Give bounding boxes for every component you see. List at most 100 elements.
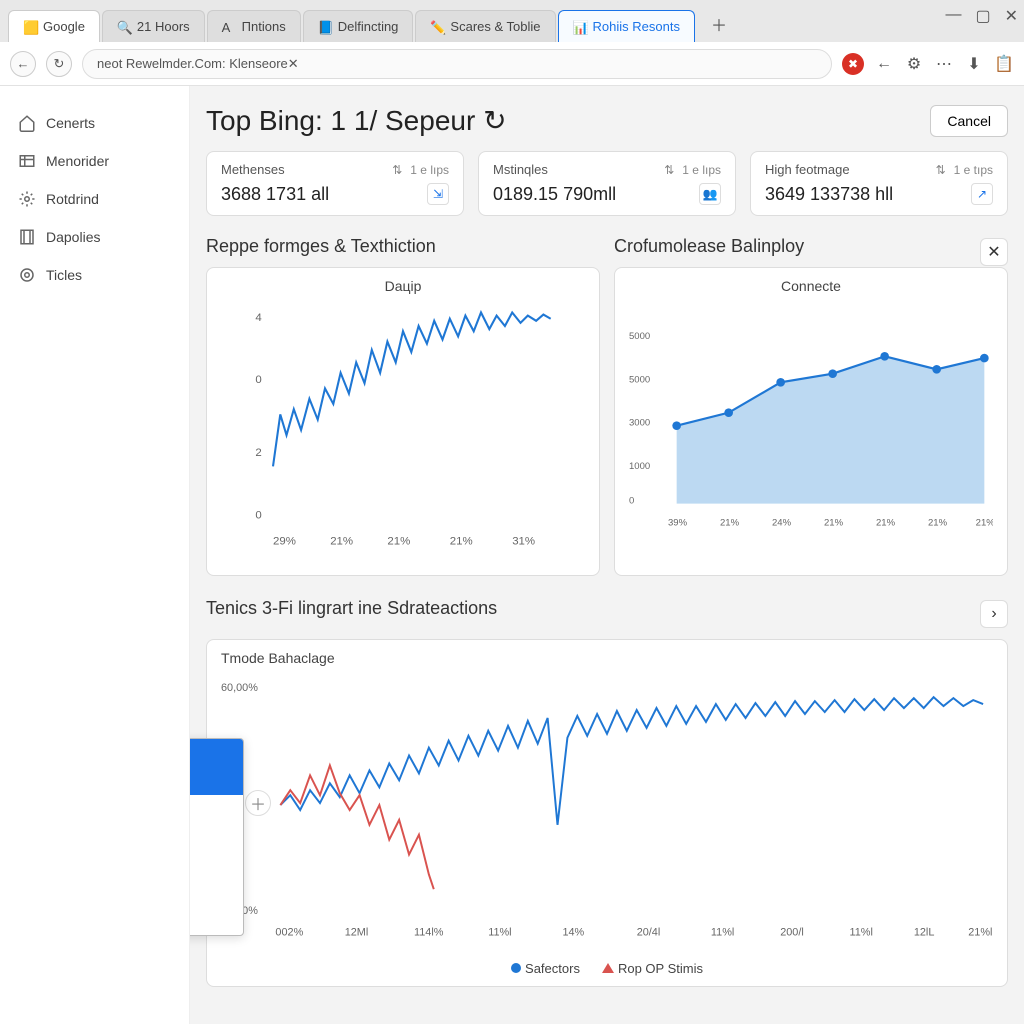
tab-label: Rohiis Resonts	[593, 19, 680, 34]
back-nav-icon[interactable]: ←	[874, 54, 894, 74]
tab-ntions[interactable]: AПntions	[207, 10, 301, 42]
kpi-methenses: Methenses⇅1 e lıps 3688 1731 all⇲	[206, 151, 464, 216]
panel-title-left: Reppe formges & Texthiction	[206, 236, 600, 257]
maximize-icon[interactable]: ▢	[975, 6, 990, 26]
sidebar-item-ticles[interactable]: Ticles	[12, 256, 177, 294]
menu-item[interactable]: ▢Conapeir Inlite	[190, 795, 243, 823]
cancel-button[interactable]: Cancel	[930, 105, 1008, 137]
pencil-icon: ✏️	[430, 20, 444, 34]
tab-delfincting[interactable]: 📘 Delfincting	[303, 10, 414, 42]
menu-item[interactable]: ▢Conventitue	[190, 879, 243, 907]
sidebar-item-label: Ticles	[46, 267, 82, 283]
sidebar: Cenerts Menorider Rotdrind Dapolies Ticl…	[0, 86, 190, 1024]
sidebar-item-dapolies[interactable]: Dapolies	[12, 218, 177, 256]
tab-label: Delfincting	[338, 19, 399, 34]
svg-text:29%: 29%	[273, 535, 296, 547]
chart-legend: Safectors Rop OP Stimis	[221, 961, 993, 976]
legend-item-stimis: Rop OP Stimis	[602, 961, 703, 976]
menu-item[interactable]: ▢Pherroge	[190, 851, 243, 879]
chevron-updown-icon[interactable]: ⇅	[936, 163, 946, 177]
kpi-high-feotmage: High feotmage ⇅ 1 e tıps 3649 133738 hll ↗	[750, 151, 1008, 216]
gear-dot-icon	[18, 190, 36, 208]
tab-scares[interactable]: ✏️Scares & Toblie	[415, 10, 555, 42]
chart-card-connecte: Connecte 50005000300010000 39%21%24%21%2…	[614, 267, 1008, 576]
svg-text:21%: 21%	[876, 517, 896, 528]
chart-card-tenics: Tmode Bahaclage ＋ 60,00%80%60%01.00% 002…	[206, 639, 1008, 987]
kpi-meta: 1 e tıps	[954, 163, 993, 177]
next-button[interactable]: ›	[980, 600, 1008, 628]
search-icon: 🔍	[117, 20, 131, 34]
sidebar-item-rotdrind[interactable]: Rotdrind	[12, 180, 177, 218]
chevron-updown-icon[interactable]: ⇅	[664, 163, 674, 177]
svg-text:002%: 002%	[275, 927, 303, 939]
back-button[interactable]: ←	[10, 51, 36, 77]
address-bar: ← ↻ neot Rewelmder.Com: Klenseore✕ ✖ ← ⚙…	[0, 42, 1024, 86]
kpi-mstinqles: Mstinqles⇅1 e lıps 0189.15 790mll👥	[478, 151, 736, 216]
kpi-label: Mstinqles	[493, 162, 548, 177]
column-icon	[18, 228, 36, 246]
reload-button[interactable]: ↻	[46, 51, 72, 77]
chevron-updown-icon[interactable]: ⇅	[392, 163, 402, 177]
svg-text:31%: 31%	[512, 535, 535, 547]
tab-label: 21 Hoors	[137, 19, 190, 34]
new-tab-button[interactable]: ＋	[709, 14, 729, 34]
download-icon[interactable]: ⬇	[964, 54, 984, 74]
context-menu: ✓Caпevalleil ✓Tin Mall de. CICP ▢Conapei…	[190, 738, 244, 936]
kpi-label: High feotmage	[765, 162, 850, 177]
multi-line-chart: 60,00%80%60%01.00% 002%12Ml114l%11%l14%2…	[221, 670, 993, 950]
kpi-meta: 1 e lıps	[410, 163, 449, 177]
svg-text:11%l: 11%l	[711, 927, 734, 939]
menu-item[interactable]: ✓Caпevalleil	[190, 739, 243, 767]
table-icon	[18, 152, 36, 170]
svg-text:21%: 21%	[976, 517, 993, 528]
export-icon[interactable]: ⇲	[427, 183, 449, 205]
menu-item[interactable]: ✓Tin Mall de. CICP	[190, 767, 243, 795]
tab-rohiis[interactable]: 📊Rohiis Resonts	[558, 10, 695, 42]
sidebar-item-label: Rotdrind	[46, 191, 99, 207]
link-icon[interactable]: ↗	[971, 183, 993, 205]
svg-text:200/l: 200/l	[780, 927, 804, 939]
sidebar-item-cenerts[interactable]: Cenerts	[12, 104, 177, 142]
svg-text:0: 0	[255, 374, 261, 386]
chart-card-dauip: Daцip 4020 29%21%21%21%31%	[206, 267, 600, 576]
menu-item[interactable]: ▢Apect	[190, 823, 243, 851]
users-icon[interactable]: 👥	[699, 183, 721, 205]
kpi-label: Methenses	[221, 162, 285, 177]
svg-text:3000: 3000	[629, 418, 650, 429]
add-point-button[interactable]: ＋	[245, 790, 271, 816]
svg-text:12lL: 12lL	[914, 927, 935, 939]
svg-text:24%: 24%	[772, 517, 792, 528]
svg-text:11%l: 11%l	[849, 927, 872, 939]
minimize-icon[interactable]: —	[945, 6, 961, 26]
more-icon[interactable]: ⋯	[934, 54, 954, 74]
dot-icon	[511, 963, 521, 973]
svg-text:2: 2	[255, 447, 261, 459]
close-panel-button[interactable]: ✕	[980, 238, 1008, 266]
settings-icon[interactable]: ⚙	[904, 54, 924, 74]
tab-label: Google	[43, 19, 85, 34]
book-icon: 📘	[318, 20, 332, 34]
sidebar-item-menorider[interactable]: Menorider	[12, 142, 177, 180]
svg-text:4: 4	[255, 312, 262, 324]
menu-item[interactable]: ▢Relgoiress	[190, 907, 243, 935]
kpi-value: 3649 133738 hll	[765, 184, 893, 205]
chart-title: Daцip	[221, 278, 585, 294]
sidebar-item-label: Menorider	[46, 153, 109, 169]
home-icon	[18, 114, 36, 132]
panel-title-right: Crofumolease Balinploy	[614, 236, 804, 257]
svg-text:21%: 21%	[928, 517, 948, 528]
clipboard-icon[interactable]: 📋	[994, 54, 1014, 74]
url-text: neot Rewelmder.Com: Klenseore✕	[97, 56, 299, 72]
url-field[interactable]: neot Rewelmder.Com: Klenseore✕	[82, 49, 832, 79]
close-icon[interactable]: ✕	[1005, 6, 1018, 26]
tab-hoors[interactable]: 🔍 21 Hoors	[102, 10, 205, 42]
stop-icon[interactable]: ✖	[842, 53, 864, 75]
svg-text:1000: 1000	[629, 461, 650, 472]
tab-google[interactable]: 🟨Google	[8, 10, 100, 42]
svg-text:60,00%: 60,00%	[221, 682, 258, 694]
kpi-value: 0189.15 790mll	[493, 184, 616, 205]
svg-text:21%: 21%	[387, 535, 410, 547]
svg-text:114l%: 114l%	[414, 927, 444, 939]
svg-text:12Ml: 12Ml	[345, 927, 369, 939]
line-chart-dauip: 4020 29%21%21%21%31%	[221, 300, 585, 560]
